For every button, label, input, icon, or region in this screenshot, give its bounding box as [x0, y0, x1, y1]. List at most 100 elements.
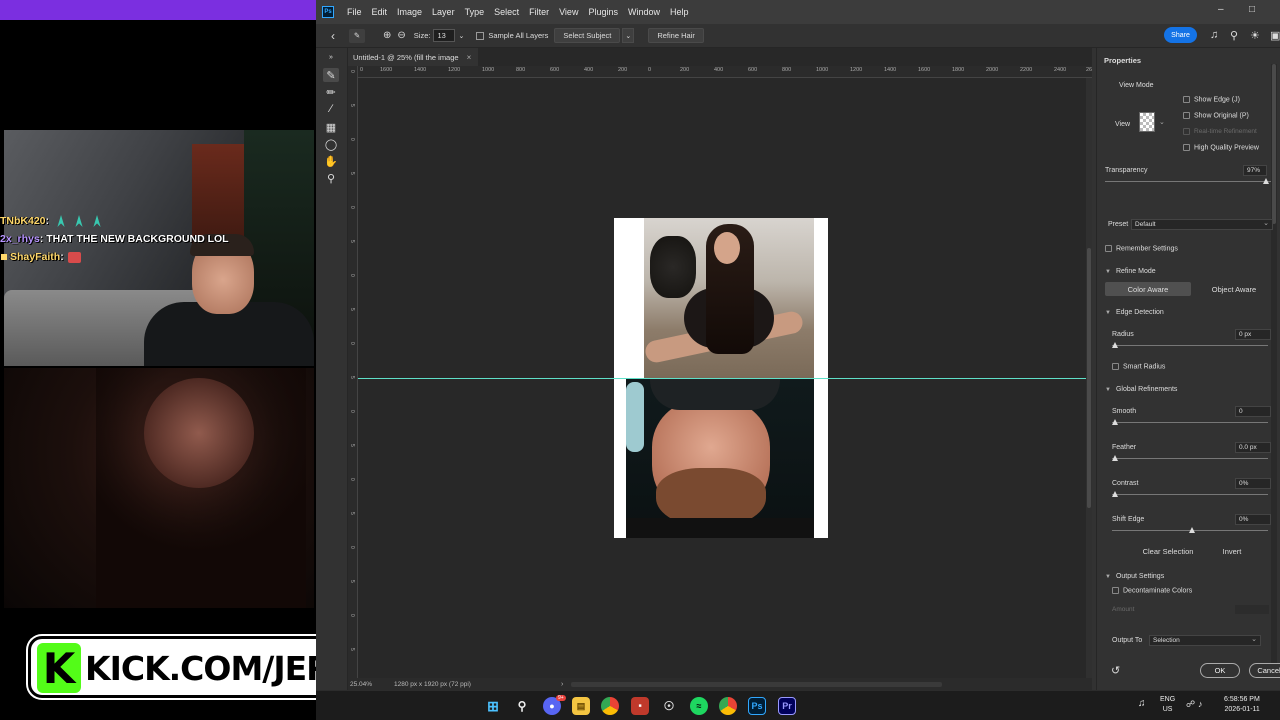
menu-help[interactable]: Help: [665, 7, 694, 17]
panel-scrollbar[interactable]: [1271, 64, 1277, 664]
maximize-icon[interactable]: □: [1249, 4, 1255, 15]
transparency-label: Transparency: [1105, 167, 1148, 174]
share-button[interactable]: Share: [1164, 27, 1197, 43]
output-settings-section[interactable]: ▼ Output Settings: [1105, 573, 1164, 580]
remember-settings-checkbox[interactable]: Remember Settings: [1105, 245, 1178, 252]
lasso-tool-icon[interactable]: ◯: [323, 137, 339, 151]
ok-button[interactable]: OK: [1200, 663, 1240, 678]
object-aware-option[interactable]: Object Aware: [1191, 282, 1277, 296]
preset-select[interactable]: Default ⌄: [1131, 219, 1273, 230]
contrast-slider[interactable]: [1112, 494, 1268, 495]
shift-edge-input[interactable]: 0%: [1235, 514, 1271, 525]
size-dropdown-icon[interactable]: ⌄: [458, 32, 464, 40]
menu-plugins[interactable]: Plugins: [583, 7, 623, 17]
radius-slider[interactable]: [1112, 345, 1268, 346]
view-dropdown-icon[interactable]: ⌄: [1159, 118, 1165, 126]
contrast-input[interactable]: 0%: [1235, 478, 1271, 489]
global-refinements-section[interactable]: ▼ Global Refinements: [1105, 386, 1177, 393]
premiere-icon[interactable]: Pr: [778, 697, 796, 715]
contrast-slider-knob[interactable]: [1112, 491, 1118, 497]
discover-icon[interactable]: ☀: [1250, 29, 1260, 42]
search-icon[interactable]: ⚲: [513, 697, 531, 715]
menu-view[interactable]: View: [554, 7, 583, 17]
output-to-select[interactable]: Selection ⌄: [1149, 635, 1261, 646]
search-icon[interactable]: ⚲: [1230, 29, 1238, 42]
show-edge-checkbox[interactable]: Show Edge (J): [1183, 96, 1240, 103]
menu-edit[interactable]: Edit: [367, 7, 393, 17]
language-indicator[interactable]: ENG US: [1160, 695, 1175, 715]
photoshop-taskbar-icon[interactable]: Ps: [748, 697, 766, 715]
obs-icon[interactable]: ☉: [660, 697, 678, 715]
menu-select[interactable]: Select: [489, 7, 524, 17]
edge-detection-section[interactable]: ▼ Edge Detection: [1105, 309, 1164, 316]
app-icon[interactable]: ■: [631, 697, 649, 715]
refine-hair-button[interactable]: Refine Hair: [648, 28, 704, 43]
bell-icon[interactable]: ♫: [1210, 29, 1218, 41]
close-icon[interactable]: ×: [467, 53, 472, 62]
feather-slider-knob[interactable]: [1112, 455, 1118, 461]
object-selection-tool-icon[interactable]: ▦: [323, 120, 339, 134]
select-subject-button[interactable]: Select Subject: [554, 28, 621, 43]
subtract-from-selection-icon[interactable]: ⊖: [397, 30, 405, 41]
color-aware-option[interactable]: Color Aware: [1105, 282, 1191, 296]
zoom-tool-icon[interactable]: ⚲: [323, 171, 339, 185]
canvas-area[interactable]: [358, 78, 1092, 678]
windows-start-icon[interactable]: ⊞: [484, 697, 502, 715]
add-to-selection-icon[interactable]: ⊕: [383, 30, 391, 41]
canvas-scrollbar[interactable]: [1086, 78, 1092, 678]
radius-slider-knob[interactable]: [1112, 342, 1118, 348]
radius-input[interactable]: 0 px: [1235, 329, 1271, 340]
document-tab[interactable]: Untitled-1 @ 25% (fill the image ×: [348, 48, 478, 66]
high-quality-preview-checkbox[interactable]: High Quality Preview: [1183, 144, 1259, 151]
zoom-level[interactable]: 25.04%: [348, 681, 388, 688]
cancel-button[interactable]: Cancel: [1249, 663, 1280, 678]
file-explorer-icon[interactable]: ▤: [572, 697, 590, 715]
transparency-slider[interactable]: [1105, 181, 1271, 182]
refine-edge-brush-icon[interactable]: ✏: [323, 85, 339, 99]
sample-all-layers-checkbox[interactable]: Sample All Layers: [476, 31, 548, 40]
menu-type[interactable]: Type: [460, 7, 490, 17]
spotify-icon[interactable]: ≈: [690, 697, 708, 715]
smooth-input[interactable]: 0: [1235, 406, 1271, 417]
menu-layer[interactable]: Layer: [427, 7, 460, 17]
clear-selection-button[interactable]: Clear Selection: [1133, 544, 1203, 559]
quick-selection-tool-icon[interactable]: ✎: [323, 68, 339, 82]
chrome-profile-icon[interactable]: [719, 697, 737, 715]
feather-slider[interactable]: [1112, 458, 1268, 459]
status-arrow-icon[interactable]: ›: [561, 681, 563, 688]
chrome-icon[interactable]: [601, 697, 619, 715]
show-original-checkbox[interactable]: Show Original (P): [1183, 112, 1249, 119]
size-input[interactable]: 13: [433, 29, 456, 42]
horizontal-guide[interactable]: [358, 378, 1092, 379]
scroll-thumb[interactable]: [1087, 248, 1091, 508]
menu-file[interactable]: File: [342, 7, 367, 17]
transparency-input[interactable]: 97%: [1243, 165, 1267, 176]
refine-mode-section[interactable]: ▼ Refine Mode: [1105, 268, 1156, 275]
collapse-icon[interactable]: »: [323, 50, 339, 64]
select-subject-dropdown-icon[interactable]: ⌄: [622, 28, 635, 43]
microphone-icon[interactable]: ♫: [1138, 699, 1146, 709]
menu-window[interactable]: Window: [623, 7, 665, 17]
transparency-slider-knob[interactable]: [1263, 178, 1270, 184]
view-mode-thumbnail[interactable]: [1139, 112, 1155, 132]
decontaminate-colors-checkbox[interactable]: Decontaminate Colors: [1112, 587, 1192, 594]
menu-filter[interactable]: Filter: [524, 7, 554, 17]
workspace-icon[interactable]: ▣: [1270, 29, 1280, 42]
invert-button[interactable]: Invert: [1212, 544, 1252, 559]
clock[interactable]: 6:58:56 PM 2026-01-11: [1224, 695, 1260, 715]
smooth-slider-knob[interactable]: [1112, 419, 1118, 425]
brush-preset-icon[interactable]: ✎: [349, 28, 365, 43]
feather-input[interactable]: 0.0 px: [1235, 442, 1271, 453]
menu-image[interactable]: Image: [392, 7, 427, 17]
horizontal-scrollbar[interactable]: [571, 681, 942, 687]
hand-tool-icon[interactable]: ✋: [323, 154, 339, 168]
network-icon[interactable]: ☍: [1186, 699, 1195, 709]
reset-icon[interactable]: ↺: [1111, 664, 1120, 677]
shift-edge-slider-knob[interactable]: [1189, 527, 1195, 533]
smart-radius-checkbox[interactable]: Smart Radius: [1112, 363, 1165, 370]
minimize-icon[interactable]: –: [1218, 4, 1224, 15]
brush-tool-icon[interactable]: ∕: [323, 102, 339, 116]
smooth-slider[interactable]: [1112, 422, 1268, 423]
back-chevron-icon[interactable]: ‹: [331, 29, 335, 43]
volume-icon[interactable]: ♪: [1198, 699, 1203, 709]
